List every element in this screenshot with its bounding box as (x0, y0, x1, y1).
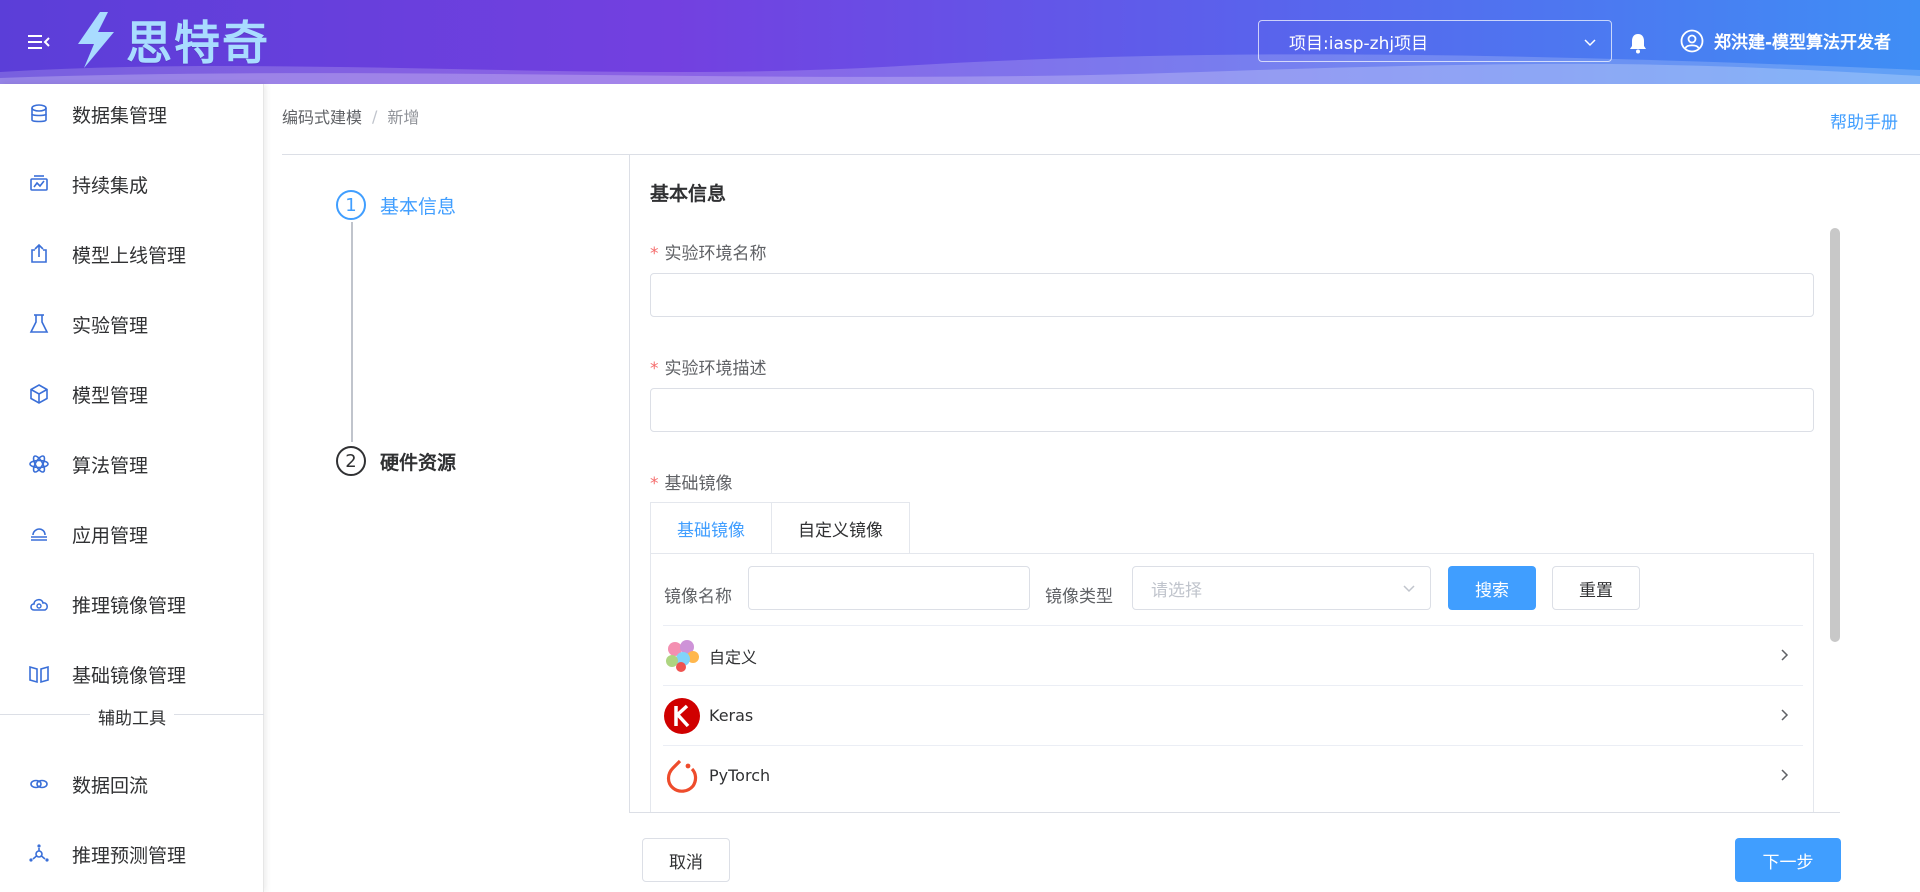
integration-icon (30, 175, 48, 191)
custom-image-icon (666, 639, 699, 672)
upload-icon (31, 243, 47, 263)
image-row-pytorch[interactable]: PyTorch (663, 745, 1803, 805)
link-icon (30, 779, 48, 789)
user-menu[interactable]: 郑洪建-模型算法开发者 (1680, 28, 1891, 53)
image-type-placeholder: 请选择 (1151, 580, 1202, 601)
sidebar-item-ci[interactable]: 持续集成 (0, 154, 264, 214)
bell-icon[interactable] (1628, 32, 1648, 54)
tab-header: 基础镜像 自定义镜像 (650, 502, 910, 554)
sidebar-item-base-images[interactable]: 基础镜像管理 (0, 644, 264, 704)
required-mark: * (650, 244, 659, 264)
image-name-input[interactable] (748, 566, 1030, 610)
user-name: 郑洪建-模型算法开发者 (1714, 33, 1892, 53)
image-name-label: 镜像名称 (664, 587, 732, 607)
image-type-select[interactable]: 请选择 (1132, 566, 1431, 610)
chevron-right-icon (1781, 649, 1789, 661)
project-select[interactable]: 项目:iasp-zhj项目 (1258, 20, 1612, 62)
search-button[interactable]: 搜索 (1448, 566, 1536, 610)
cube-icon (30, 384, 48, 404)
image-row-keras[interactable]: Keras (663, 685, 1803, 745)
image-name: 自定义 (709, 647, 758, 667)
form-title: 基本信息 (650, 183, 727, 205)
brand-logo: 思特奇 (70, 10, 270, 70)
env-desc-input[interactable] (650, 388, 1814, 432)
env-name-label: * 实验环境名称 (650, 244, 767, 264)
tab-base-image[interactable]: 基础镜像 (650, 502, 772, 554)
footer-divider (629, 812, 1840, 813)
top-header: 思特奇 项目:iasp-zhj项目 郑洪建-模型算法开发者 (0, 0, 1920, 84)
sidebar-item-data-backflow[interactable]: 数据回流 (0, 754, 264, 814)
sidebar-item-datasets[interactable]: 数据集管理 (0, 84, 264, 144)
form-panel: 基本信息 * 实验环境名称 * 实验环境描述 * 基础镜像 基础镜像 自定义镜像 镜像… (629, 155, 1840, 812)
sidebar-item-models[interactable]: 模型管理 (0, 364, 264, 424)
chevron-down-icon (1584, 39, 1596, 47)
image-name: PyTorch (709, 766, 771, 785)
cloud-stack-icon (31, 528, 47, 541)
required-mark: * (650, 474, 659, 494)
pytorch-icon (666, 759, 698, 793)
sidebar: 数据集管理 持续集成 模型上线管理 实验管理 模型管理 算法管理 应用管理 推理… (0, 84, 264, 892)
env-name-input[interactable] (650, 273, 1814, 317)
reset-button[interactable]: 重置 (1552, 566, 1640, 610)
sidebar-item-inference-images[interactable]: 推理镜像管理 (0, 574, 264, 634)
step-connector (351, 222, 353, 442)
chevron-down-icon (1403, 585, 1415, 593)
menu-collapse-icon[interactable] (28, 32, 50, 52)
breadcrumb-parent[interactable]: 编码式建模 (282, 104, 362, 128)
atom-icon (29, 455, 49, 473)
step-hardware-resources: 2 硬件资源 (336, 446, 456, 476)
logo-text: 思特奇 (126, 16, 270, 70)
step-number: 2 (336, 446, 366, 476)
database-icon (31, 104, 47, 123)
flask-icon (29, 314, 49, 333)
sidebar-item-inference-prediction[interactable]: 推理预测管理 (0, 824, 264, 884)
form-scrollbar[interactable] (1830, 228, 1840, 642)
image-type-label: 镜像类型 (1045, 587, 1113, 607)
base-image-label: * 基础镜像 (650, 474, 733, 494)
step-number: 1 (336, 190, 366, 220)
sidebar-item-apps[interactable]: 应用管理 (0, 504, 264, 564)
cloud-mirror-icon (30, 598, 48, 611)
chevron-right-icon (1781, 709, 1789, 721)
image-row-custom[interactable]: 自定义 (663, 625, 1803, 685)
breadcrumb-separator: / (372, 106, 378, 126)
sidebar-item-algorithms[interactable]: 算法管理 (0, 434, 264, 494)
breadcrumb-current: 新增 (387, 108, 420, 127)
sidebar-section-tools: 辅助工具 (0, 704, 264, 729)
sidebar-item-model-deploy[interactable]: 模型上线管理 (0, 224, 264, 284)
breadcrumb: 编码式建模 / 新增 (282, 104, 419, 128)
step-basic-info: 1 基本信息 (336, 190, 456, 220)
cancel-button[interactable]: 取消 (642, 838, 730, 882)
env-desc-label: * 实验环境描述 (650, 359, 767, 379)
sidebar-item-experiments[interactable]: 实验管理 (0, 294, 264, 354)
help-manual-link[interactable]: 帮助手册 (1830, 108, 1898, 133)
required-mark: * (650, 359, 659, 379)
book-icon (29, 665, 49, 684)
step-title: 基本信息 (380, 195, 457, 218)
network-icon (29, 844, 49, 862)
tab-content: 镜像名称 镜像类型 请选择 搜索 重置 自定义 Keras PyTorch (650, 553, 1814, 812)
next-step-button[interactable]: 下一步 (1735, 838, 1841, 882)
steps-indicator: 1 基本信息 2 硬件资源 (336, 190, 636, 490)
step-title: 硬件资源 (380, 451, 457, 474)
tab-custom-image[interactable]: 自定义镜像 (772, 502, 910, 554)
project-select-value: 项目:iasp-zhj项目 (1289, 33, 1429, 54)
keras-icon (664, 697, 700, 734)
chevron-right-icon (1781, 769, 1789, 781)
logo-bolt-icon (78, 12, 114, 68)
base-image-tabs: 基础镜像 自定义镜像 镜像名称 镜像类型 请选择 搜索 重置 自定义 Keras… (650, 502, 1814, 812)
user-avatar-icon (1680, 29, 1704, 52)
image-name: Keras (709, 706, 754, 725)
